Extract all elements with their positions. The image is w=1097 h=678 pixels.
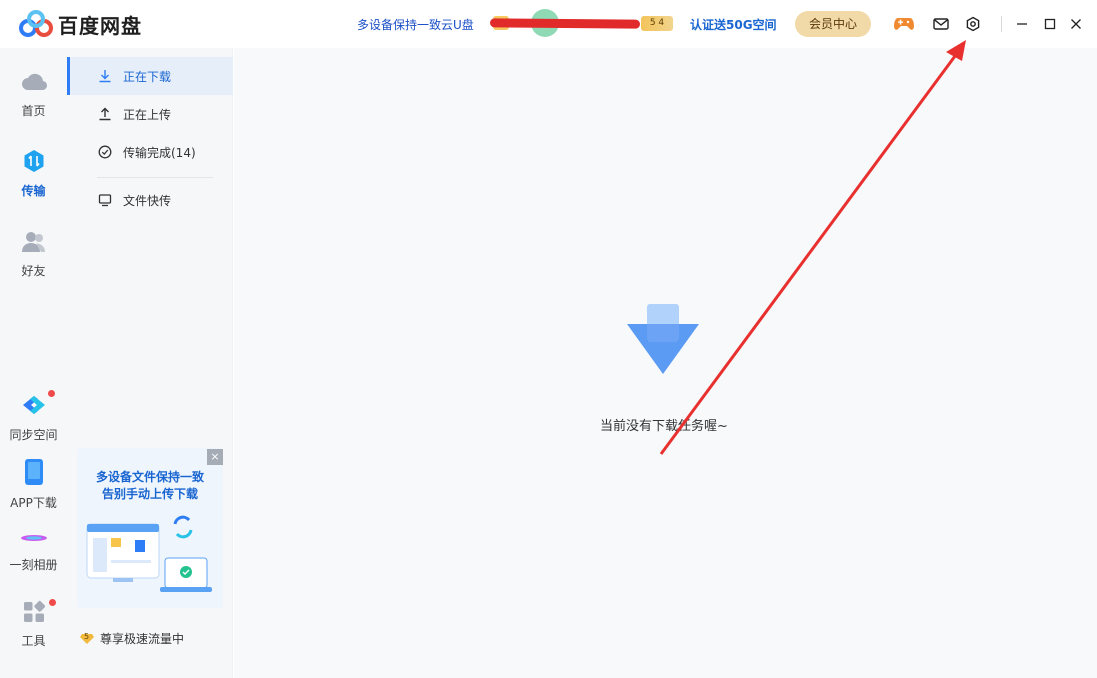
baidu-netdisk-logo [19, 10, 53, 37]
nav-label-transfer: 传输 [21, 184, 46, 198]
nav-label-album: 一刻相册 [9, 558, 58, 572]
tab-downloading[interactable]: 正在下载 [67, 57, 233, 95]
vip-level-badge[interactable]: 5 4 [641, 16, 673, 31]
promo-link[interactable]: 多设备保持一致云U盘 [357, 16, 474, 33]
nav-item-tools[interactable]: 工具 [0, 600, 67, 649]
game-icon[interactable] [894, 14, 914, 34]
speed-badge-number: 5 [84, 631, 90, 641]
speed-status[interactable]: 5 尊享极速流量中 [80, 630, 184, 647]
upload-icon [97, 106, 113, 122]
nav-item-transfer[interactable]: 传输 [0, 148, 67, 199]
close-icon[interactable] [1066, 14, 1086, 34]
settings-gear-icon[interactable] [963, 14, 983, 34]
maximize-icon[interactable] [1040, 14, 1060, 34]
promo-close-button[interactable]: × [207, 449, 223, 465]
cloud-icon [21, 73, 47, 91]
download-arrow-icon [627, 304, 699, 374]
sync-space-icon [22, 396, 45, 414]
promo-line-2: 告别手动上传下载 [101, 487, 198, 501]
mail-icon[interactable] [931, 14, 951, 34]
tab-quick-transfer[interactable]: 文件快传 [67, 181, 233, 219]
minimize-icon[interactable] [1012, 14, 1032, 34]
title-bar: 百度网盘 多设备保持一致云U盘 5 4 认证送50G空间 会员中心 [0, 0, 1097, 48]
main-nav: 首页 传输 好友 同步空间 APP下载 一刻相册 工具 [0, 48, 67, 678]
promo-line-1: 多设备文件保持一致 [95, 470, 204, 484]
friends-icon [21, 232, 45, 252]
main-content [234, 48, 1097, 678]
phone-icon [24, 459, 43, 485]
tab-completed-label: 传输完成(14) [123, 145, 196, 160]
tab-quick-transfer-label: 文件快传 [123, 193, 172, 208]
nav-label-home: 首页 [21, 104, 46, 118]
sync-notification-dot [48, 390, 55, 397]
tab-uploading[interactable]: 正在上传 [67, 95, 233, 133]
redaction-mark [489, 18, 641, 29]
subnav-divider [97, 177, 213, 178]
monitor-icon [97, 192, 113, 208]
download-icon [97, 68, 113, 84]
nav-item-album[interactable]: 一刻相册 [0, 528, 67, 573]
empty-state-text: 当前没有下载任务喔~ [600, 419, 728, 434]
window-controls-separator [1001, 16, 1002, 32]
nav-item-sync[interactable]: 同步空间 [0, 392, 67, 443]
speed-status-text: 尊享极速流量中 [100, 632, 185, 646]
member-center-button[interactable]: 会员中心 [795, 11, 871, 37]
nav-label-friends: 好友 [21, 264, 46, 278]
album-icon [20, 535, 47, 541]
check-circle-icon [97, 144, 113, 160]
app-title: 百度网盘 [58, 14, 142, 38]
tab-completed[interactable]: 传输完成(14) [67, 133, 233, 171]
tools-grid-icon [23, 600, 45, 622]
nav-label-tools: 工具 [21, 634, 46, 648]
nav-label-sync: 同步空间 [9, 428, 58, 442]
tab-uploading-label: 正在上传 [123, 107, 172, 122]
tab-downloading-label: 正在下载 [123, 69, 172, 84]
tools-notification-dot [49, 599, 56, 606]
nav-item-home[interactable]: 首页 [0, 68, 67, 119]
nav-item-friends[interactable]: 好友 [0, 230, 67, 279]
verify-link[interactable]: 认证送50G空间 [690, 16, 777, 33]
transfer-icon [24, 150, 43, 172]
nav-item-app-download[interactable]: APP下载 [0, 458, 67, 511]
diamond-badge-icon: 5 [80, 631, 94, 645]
nav-label-app-download: APP下载 [10, 496, 57, 510]
